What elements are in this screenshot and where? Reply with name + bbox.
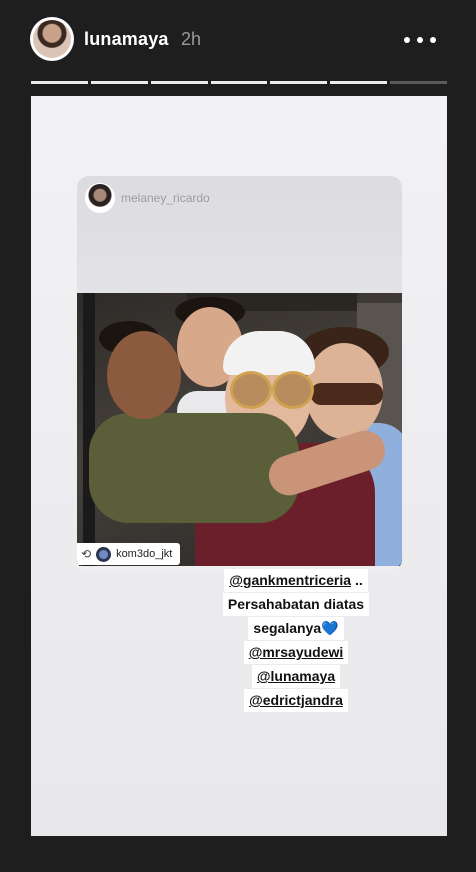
group-photo: ⟲ kom3do_jkt bbox=[77, 293, 402, 566]
caption-line: segalanya💙 bbox=[248, 617, 344, 640]
more-dots-icon bbox=[404, 37, 410, 43]
profile-username[interactable]: lunamaya bbox=[84, 29, 169, 50]
profile-avatar[interactable] bbox=[30, 17, 74, 61]
mention-mrsayudewi[interactable]: @mrsayudewi bbox=[243, 641, 349, 664]
story-progress-bar bbox=[31, 81, 448, 84]
photo-credit-tag[interactable]: ⟲ kom3do_jkt bbox=[77, 543, 181, 565]
progress-segment bbox=[90, 81, 148, 84]
progress-segment bbox=[330, 81, 388, 84]
credit-username: kom3do_jkt bbox=[116, 548, 173, 560]
more-options-button[interactable] bbox=[404, 36, 436, 44]
repost-username[interactable]: melaney_ricardo bbox=[121, 191, 210, 205]
progress-segment bbox=[210, 81, 268, 84]
story-viewer: lunamaya 2h melaney_ricardo ⟲ kom3do_jkt… bbox=[0, 0, 476, 872]
progress-segment bbox=[270, 81, 328, 84]
progress-segment bbox=[31, 81, 88, 84]
reposted-post-card[interactable]: melaney_ricardo ⟲ kom3do_jkt bbox=[77, 176, 402, 571]
story-timestamp: 2h bbox=[181, 29, 202, 49]
credit-avatar bbox=[96, 546, 112, 562]
progress-segment bbox=[150, 81, 208, 84]
story-caption: @gankmentriceria .. Persahabatan diatas … bbox=[211, 569, 381, 713]
progress-segment bbox=[390, 81, 448, 84]
mention-edrictjandra[interactable]: @edrictjandra bbox=[244, 689, 348, 712]
repost-avatar[interactable] bbox=[85, 183, 115, 213]
caption-line: Persahabatan diatas bbox=[222, 593, 370, 616]
story-header: lunamaya 2h bbox=[0, 0, 476, 95]
repost-loop-icon: ⟲ bbox=[81, 547, 92, 561]
caption-line[interactable]: @gankmentriceria .. bbox=[224, 569, 368, 592]
mention-lunamaya[interactable]: @lunamaya bbox=[251, 665, 341, 688]
story-content[interactable]: melaney_ricardo ⟲ kom3do_jkt @gankmentri… bbox=[31, 96, 447, 836]
blue-heart-icon: 💙 bbox=[321, 620, 339, 636]
